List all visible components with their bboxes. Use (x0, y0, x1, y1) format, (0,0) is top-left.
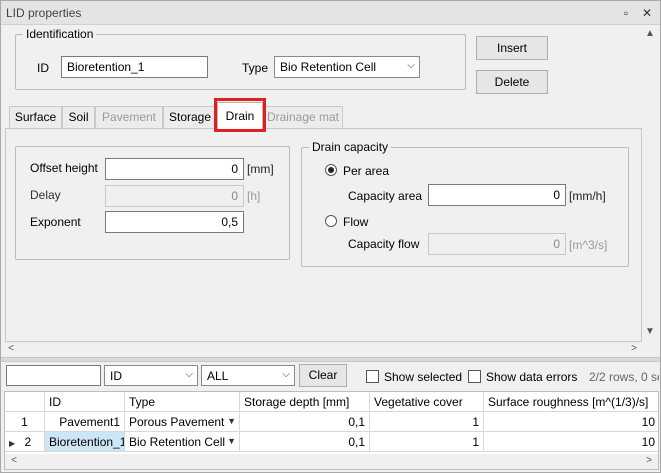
restore-icon[interactable]: ▫ (618, 5, 634, 21)
type-label: Type (242, 61, 269, 75)
table-cell-surface-roughness[interactable]: 10 (484, 432, 658, 452)
table-cell-vegetative-cover[interactable]: 1 (370, 412, 484, 432)
column-header-vegetative-cover[interactable]: Vegetative cover (370, 392, 484, 412)
capacity-area-unit: [mm/h] (569, 189, 606, 203)
capacity-flow-label: Capacity flow (348, 237, 420, 251)
tab-storage[interactable]: Storage (163, 106, 217, 128)
table-horizontal-scrollbar[interactable]: < > (5, 454, 658, 469)
capacity-flow-input: 0 (428, 233, 566, 255)
filter-mode-select[interactable]: ALL ⌵ (201, 365, 295, 386)
column-header-id[interactable]: ID (45, 392, 125, 412)
exponent-input[interactable]: 0,5 (105, 211, 244, 233)
tab-surface[interactable]: Surface (9, 106, 62, 128)
row-number[interactable]: ▶ 2 (5, 432, 45, 452)
column-header-storage-depth[interactable]: Storage depth [mm] (240, 392, 370, 412)
table-cell-storage-depth[interactable]: 0,1 (240, 432, 370, 452)
show-data-errors-label[interactable]: Show data errors (486, 370, 577, 384)
delete-button[interactable]: Delete (476, 70, 548, 94)
scroll-right-icon[interactable]: > (627, 343, 641, 354)
row-number-value: 2 (24, 435, 32, 449)
table-cell-type[interactable]: Bio Retention Cell ▼ (125, 432, 240, 452)
table-cell-type-value: Porous Pavement (129, 415, 225, 429)
scroll-left-icon[interactable]: < (7, 455, 21, 466)
close-icon[interactable]: ✕ (639, 5, 655, 21)
filter-column-select[interactable]: ID ⌵ (104, 365, 198, 386)
id-label: ID (37, 61, 49, 75)
filter-mode-value: ALL (207, 369, 229, 383)
show-data-errors-checkbox[interactable] (468, 370, 481, 383)
offset-height-input[interactable]: 0 (105, 158, 244, 180)
exponent-label: Exponent (30, 215, 81, 229)
tab-soil[interactable]: Soil (62, 106, 95, 128)
row-number[interactable]: 1 (5, 412, 45, 432)
tab-pavement: Pavement (95, 106, 163, 128)
table-cell-type[interactable]: Porous Pavement ▼ (125, 412, 240, 432)
chevron-down-icon: ⌵ (185, 369, 193, 380)
delay-label: Delay (30, 188, 61, 202)
chevron-down-icon: ⌵ (282, 369, 290, 380)
window-title: LID properties (6, 6, 82, 20)
table-cell-surface-roughness[interactable]: 10 (484, 412, 658, 432)
cell-dropdown-icon[interactable]: ▼ (227, 436, 236, 446)
type-select-value: Bio Retention Cell (280, 60, 377, 74)
flow-radio[interactable] (325, 215, 337, 227)
lid-properties-window: LID properties ▫ ✕ Identification ID Bio… (0, 0, 661, 473)
show-selected-checkbox[interactable] (366, 370, 379, 383)
offset-height-label: Offset height (30, 161, 98, 175)
per-area-label[interactable]: Per area (343, 164, 389, 178)
filter-search-input[interactable] (6, 365, 101, 386)
drain-tab-highlight (214, 98, 266, 132)
row-count-status: 2/2 rows, 0 sel (589, 370, 659, 384)
id-input[interactable]: Bioretention_1 (61, 56, 208, 78)
column-header-surface-roughness[interactable]: Surface roughness [m^(1/3)/s] (484, 392, 658, 412)
flow-label[interactable]: Flow (343, 215, 368, 229)
capacity-area-label: Capacity area (348, 189, 423, 203)
table-cell-storage-depth[interactable]: 0,1 (240, 412, 370, 432)
delay-input: 0 (105, 185, 244, 207)
show-selected-label[interactable]: Show selected (384, 370, 462, 384)
capacity-flow-unit: [m^3/s] (569, 238, 608, 252)
chevron-down-icon: ⌵ (407, 60, 415, 71)
table-cell-id[interactable]: Pavement1 (45, 412, 125, 432)
table-cell-vegetative-cover[interactable]: 1 (370, 432, 484, 452)
delay-unit: [h] (247, 189, 261, 203)
insert-button[interactable]: Insert (476, 36, 548, 60)
title-bar: LID properties ▫ ✕ (1, 1, 660, 25)
per-area-radio[interactable] (325, 164, 337, 176)
panel-splitter[interactable] (1, 357, 660, 362)
cell-dropdown-icon[interactable]: ▼ (227, 416, 236, 426)
capacity-area-input[interactable]: 0 (428, 184, 566, 206)
filter-column-value: ID (110, 369, 122, 383)
table-cell-type-value: Bio Retention Cell (129, 435, 226, 449)
type-select[interactable]: Bio Retention Cell ⌵ (274, 56, 420, 78)
identification-group-label: Identification (23, 27, 97, 41)
clear-button[interactable]: Clear (299, 364, 347, 387)
horizontal-scrollbar[interactable]: < > (2, 342, 642, 357)
scroll-left-icon[interactable]: < (4, 343, 18, 354)
lid-table: ID Type Storage depth [mm] Vegetative co… (4, 391, 659, 470)
row-number-header (5, 392, 45, 412)
table-cell-id[interactable]: Bioretention_1 (45, 432, 125, 452)
scroll-down-icon[interactable]: ▼ (643, 326, 657, 337)
column-header-type[interactable]: Type (125, 392, 240, 412)
tab-drainage-mat: Drainage mat (263, 106, 343, 128)
current-row-icon: ▶ (9, 439, 16, 448)
offset-height-unit: [mm] (247, 162, 274, 176)
scroll-up-icon[interactable]: ▲ (643, 28, 657, 39)
vertical-scrollbar[interactable]: ▲ ▼ (642, 26, 659, 342)
scroll-right-icon[interactable]: > (642, 455, 656, 466)
drain-capacity-group-label: Drain capacity (309, 140, 392, 154)
